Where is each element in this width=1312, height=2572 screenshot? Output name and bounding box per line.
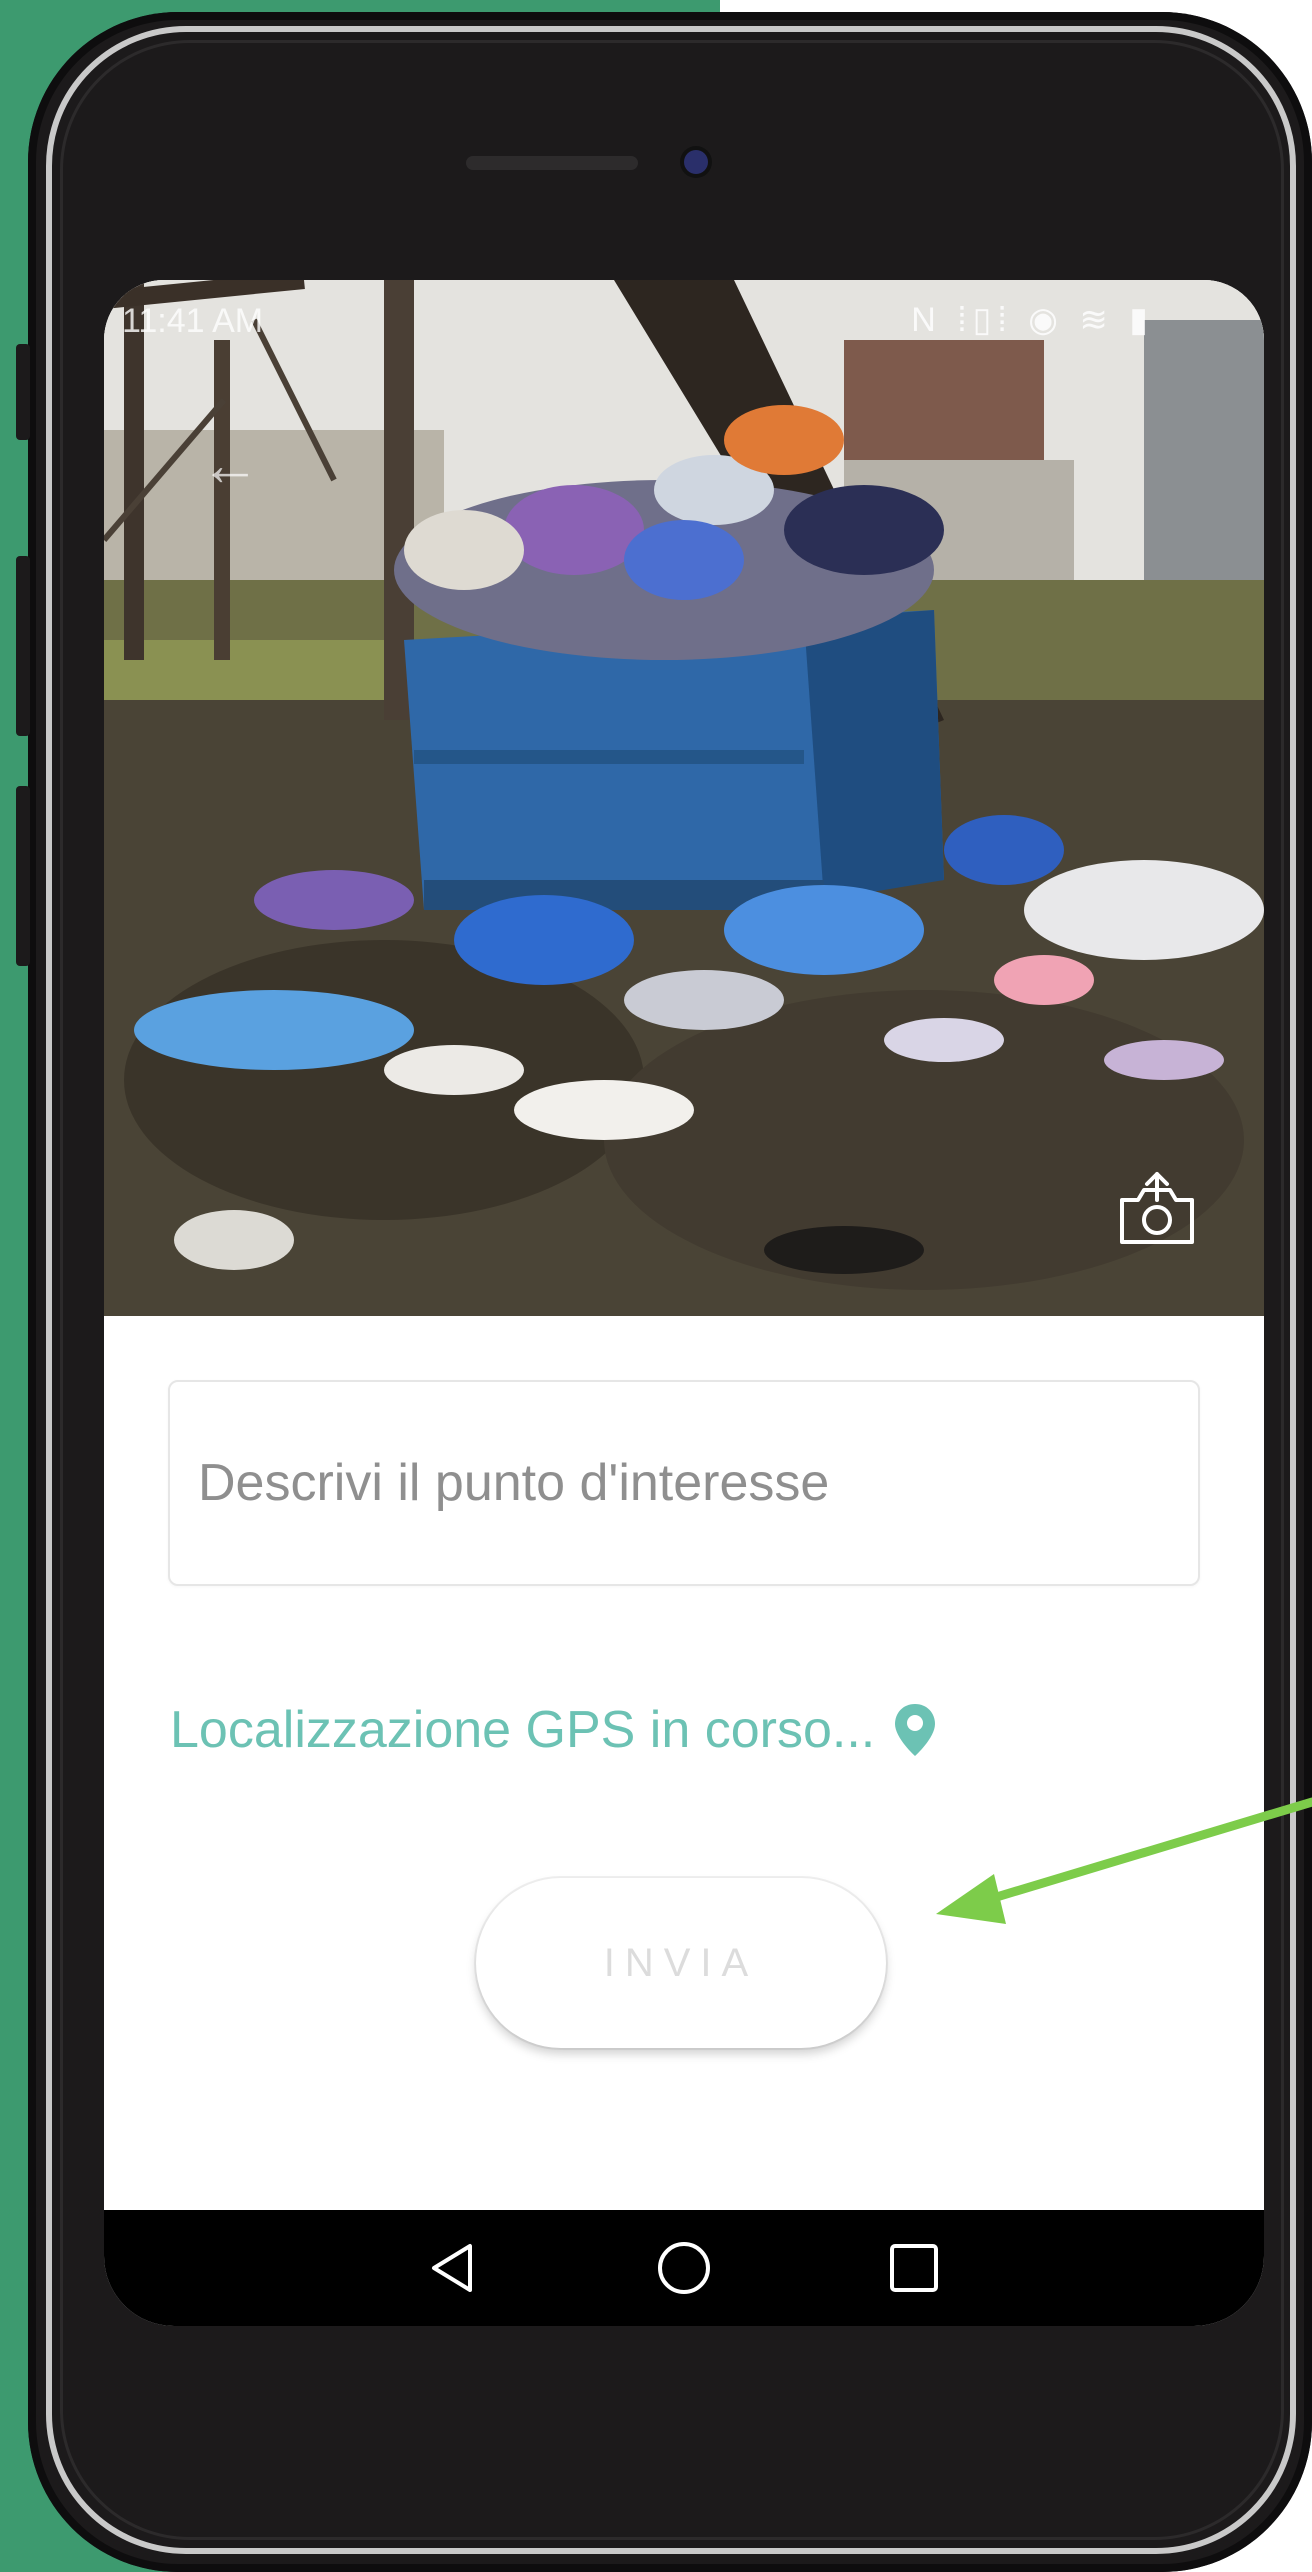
send-button[interactable]: INVIA — [476, 1878, 886, 2048]
front-camera — [684, 150, 708, 174]
phone-speaker — [466, 156, 638, 170]
poi-photo: 11:41 AM N ⁞▯⁞ ◉ ≋ ▮ ← — [104, 280, 1264, 1316]
nav-back-icon[interactable] — [424, 2238, 484, 2298]
description-input[interactable] — [168, 1380, 1200, 1586]
nav-recents-icon[interactable] — [884, 2238, 944, 2298]
camera-icon[interactable] — [1116, 1170, 1198, 1252]
gps-status-row: Localizzazione GPS in corso... — [170, 1690, 937, 1770]
nav-home-icon[interactable] — [654, 2238, 714, 2298]
app-screen: 11:41 AM N ⁞▯⁞ ◉ ≋ ▮ ← Localizzazione GP… — [104, 280, 1264, 2326]
dumpster-photo-illustration — [104, 280, 1264, 1316]
android-nav-bar — [104, 2210, 1264, 2326]
annotation-arrow — [936, 1797, 1312, 1924]
status-time: 11:41 AM — [122, 302, 264, 340]
status-icons: N ⁞▯⁞ ◉ ≋ ▮ — [911, 301, 1154, 339]
status-bar: 11:41 AM N ⁞▯⁞ ◉ ≋ ▮ — [104, 280, 1264, 360]
back-arrow-icon[interactable]: ← — [200, 430, 260, 499]
phone-volume-down-button — [16, 786, 30, 966]
phone-side-button — [16, 344, 30, 440]
map-pin-icon — [895, 1704, 936, 1756]
phone-volume-up-button — [16, 556, 30, 736]
gps-status-text: Localizzazione GPS in corso... — [170, 1701, 876, 1759]
